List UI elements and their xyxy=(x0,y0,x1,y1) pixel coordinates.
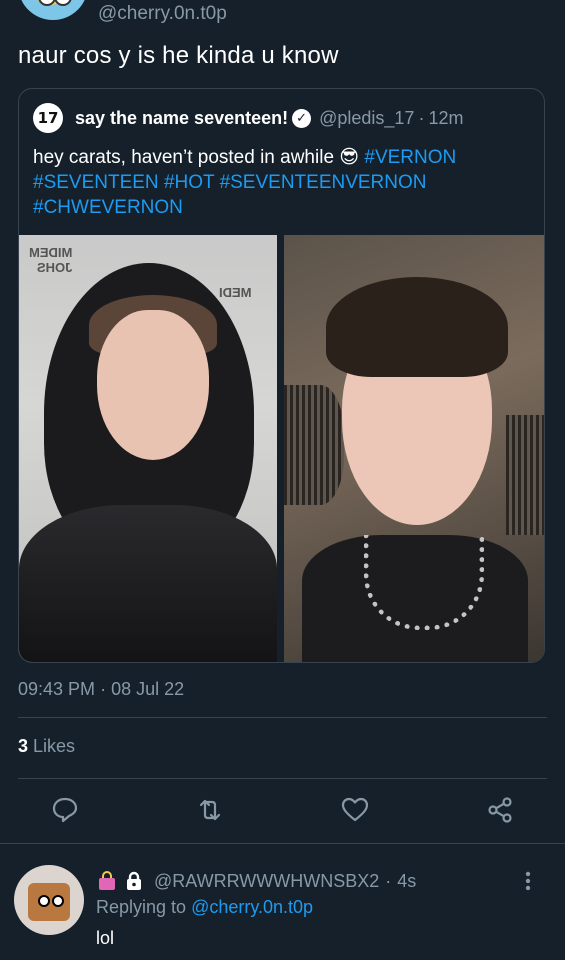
quoted-tweet-header: 17 say the name seventeen! ✓ @pledis_17 … xyxy=(33,103,463,133)
verified-badge-icon: ✓ xyxy=(292,108,312,128)
separator-dot: · xyxy=(100,679,107,699)
action-bar xyxy=(0,795,565,825)
reply-handle[interactable]: @RAWRRWWWHWNSBX2 xyxy=(154,871,379,892)
likes-number: 3 xyxy=(18,736,29,756)
hashtag-seventeenvernon[interactable]: #SEVENTEENVERNON xyxy=(220,172,427,193)
timestamp-time: 09:43 PM xyxy=(18,679,96,699)
reply-header: @RAWRRWWWHWNSBX2 · 4s xyxy=(96,870,416,892)
likes-count[interactable]: 3 Likes xyxy=(18,736,75,757)
replying-prefix: Replying to xyxy=(96,897,187,917)
reply-avatar[interactable] xyxy=(14,865,84,935)
replying-to-handle[interactable]: @cherry.0n.t0p xyxy=(191,897,313,917)
divider xyxy=(18,717,547,718)
replying-to: Replying to @cherry.0n.t0p xyxy=(96,897,313,918)
likes-label: Likes xyxy=(33,736,76,756)
photo-right[interactable] xyxy=(284,235,544,662)
shopping-bag-icon xyxy=(99,871,115,890)
hashtag-seventeen[interactable]: #SEVENTEEN xyxy=(33,172,159,193)
quoted-avatar[interactable]: 17 xyxy=(33,103,63,133)
quoted-display-name[interactable]: say the name seventeen! xyxy=(75,108,288,129)
reply-icon[interactable] xyxy=(50,795,80,825)
reply-text: lol xyxy=(96,928,115,948)
quoted-time: 12m xyxy=(428,107,464,128)
photo-left[interactable]: MIDEM JOHS MEDI xyxy=(19,235,277,662)
reply-time: 4s xyxy=(397,870,417,891)
hashtag-hot[interactable]: #HOT xyxy=(164,172,214,193)
share-icon[interactable] xyxy=(485,795,515,825)
more-options-icon[interactable] xyxy=(524,870,532,892)
author-handle[interactable]: @cherry.0n.t0p xyxy=(98,3,227,25)
lock-icon xyxy=(127,871,141,890)
divider xyxy=(0,843,565,844)
hashtag-chwevernon[interactable]: #CHWEVERNON xyxy=(33,197,183,218)
quoted-text: hey carats, haven’t posted in awhile 😎 #… xyxy=(33,145,528,220)
quoted-tweet[interactable]: 17 say the name seventeen! ✓ @pledis_17 … xyxy=(18,88,545,663)
quoted-handle[interactable]: @pledis_17 xyxy=(319,108,414,129)
separator-dot: · xyxy=(385,870,392,891)
tweet-timestamp[interactable]: 09:43 PM · 08 Jul 22 xyxy=(18,679,184,700)
quoted-text-plain: hey carats, haven’t posted in awhile 😎 xyxy=(33,147,365,168)
hashtag-vernon[interactable]: #VERNON xyxy=(364,147,456,168)
separator-dot: · xyxy=(418,107,425,128)
heart-icon[interactable] xyxy=(340,795,370,825)
retweet-icon[interactable] xyxy=(195,795,225,825)
timestamp-date: 08 Jul 22 xyxy=(111,679,185,699)
author-avatar[interactable] xyxy=(18,0,88,20)
divider xyxy=(18,778,547,779)
tweet-text: naur cos y is he kinda u know xyxy=(18,42,339,69)
